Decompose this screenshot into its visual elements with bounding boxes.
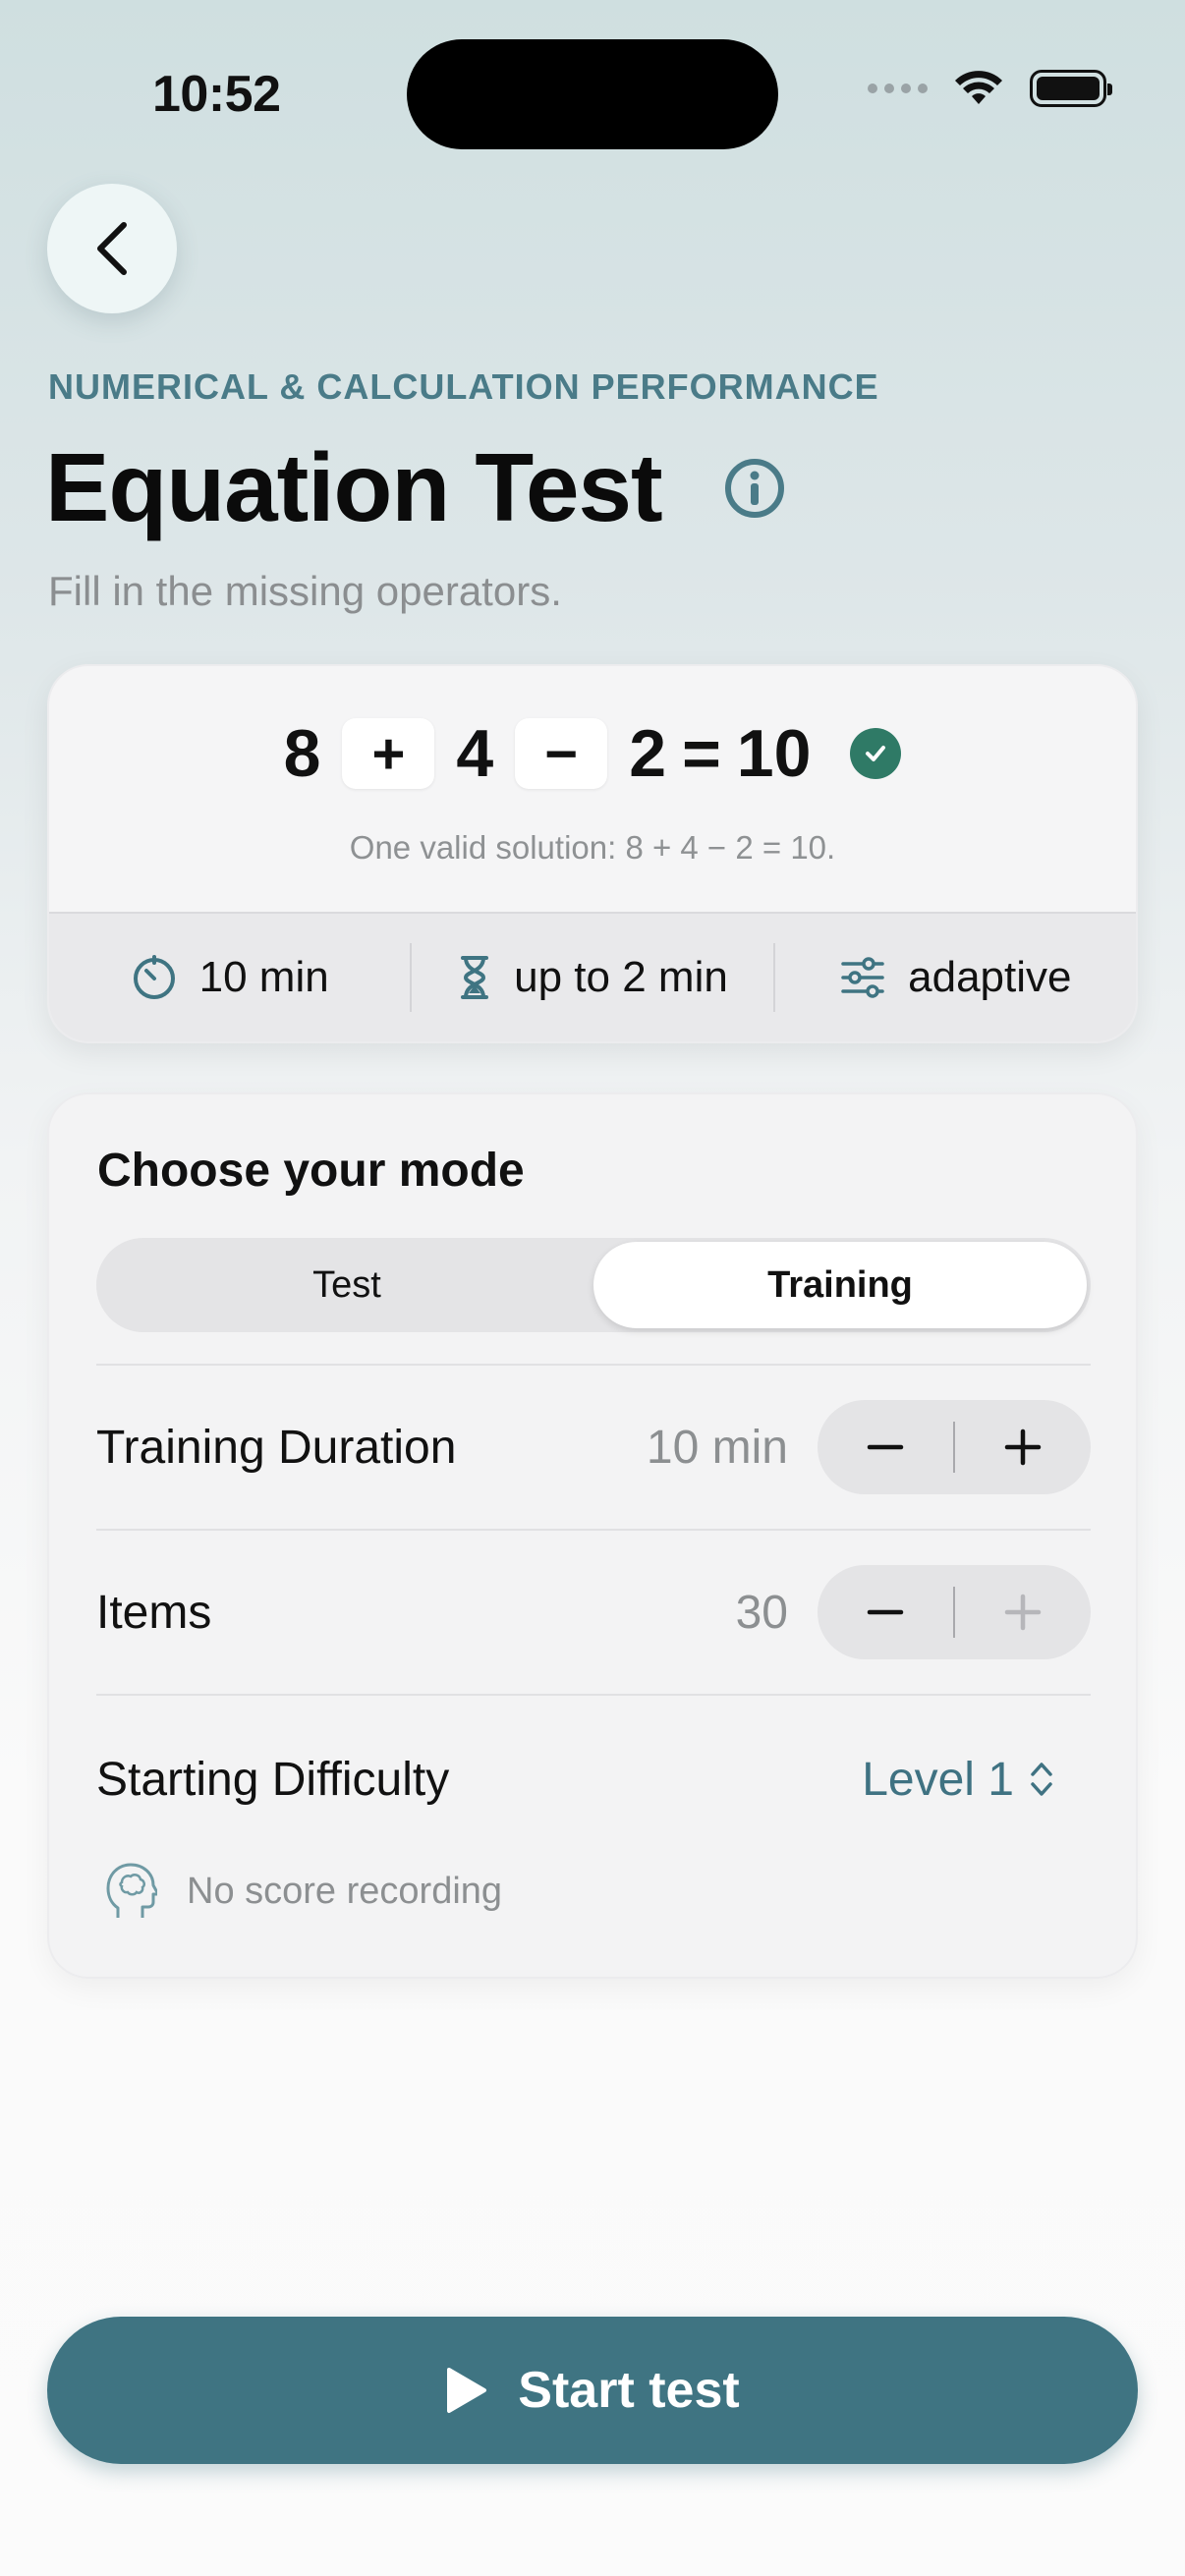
back-button[interactable] [47, 184, 177, 313]
starting-difficulty-picker[interactable]: Level 1 [862, 1753, 1055, 1807]
example-card: 8 + 4 − 2 = 10 One valid solution: 8 + 4… [47, 664, 1138, 1043]
meta-difficulty-mode: adaptive [772, 943, 1136, 1012]
score-note: No score recording [104, 1861, 502, 1922]
meta-per-item: up to 2 min [410, 943, 772, 1012]
meta-total-time: 10 min [49, 953, 410, 1002]
solution-text: One valid solution: 8 + 4 − 2 = 10. [349, 829, 836, 866]
training-duration-stepper[interactable] [818, 1400, 1091, 1494]
training-duration-value: 10 min [646, 1421, 788, 1474]
mode-segmented-control[interactable]: Test Training [96, 1238, 1091, 1332]
timer-icon [133, 955, 175, 999]
items-increment-button[interactable] [955, 1565, 1091, 1659]
sliders-icon [841, 957, 884, 998]
checkmark-icon [850, 728, 902, 779]
items-value: 30 [735, 1586, 788, 1639]
equation-number: 2 [629, 716, 667, 791]
operator-box: − [515, 718, 608, 789]
cellular-signal-icon [868, 84, 928, 93]
duration-decrement-button[interactable] [818, 1400, 953, 1494]
back-chevron-icon [97, 222, 127, 275]
equation-number: 8 [283, 716, 321, 791]
score-note-text: No score recording [187, 1870, 503, 1912]
play-icon [447, 2368, 487, 2413]
wifi-icon [955, 71, 1002, 104]
chevron-up-down-icon [1031, 1763, 1052, 1796]
meta-total-time-label: 10 min [198, 953, 329, 1001]
operator-box: + [342, 718, 435, 789]
starting-difficulty-row: Starting Difficulty Level 1 [96, 1694, 1091, 1863]
starting-difficulty-label: Starting Difficulty [96, 1753, 450, 1806]
test-meta-bar: 10 min up to 2 min adaptive [49, 912, 1136, 1041]
battery-icon [1030, 70, 1112, 107]
starting-difficulty-value: Level 1 [862, 1753, 1014, 1806]
start-test-button[interactable]: Start test [47, 2317, 1138, 2464]
training-duration-label: Training Duration [96, 1421, 457, 1474]
hourglass-icon [461, 956, 489, 999]
equation-number: 4 [456, 716, 494, 791]
mode-option-training[interactable]: Training [593, 1242, 1087, 1328]
category-label: NUMERICAL & CALCULATION PERFORMANCE [48, 366, 879, 407]
plus-icon [1004, 1594, 1042, 1631]
equation-result: 10 [736, 716, 812, 791]
status-time: 10:52 [152, 66, 281, 123]
items-stepper[interactable] [818, 1565, 1091, 1659]
dynamic-island [407, 39, 778, 149]
duration-increment-button[interactable] [955, 1400, 1091, 1494]
brain-head-icon [106, 1863, 157, 1918]
mode-card: Choose your mode Test Training Training … [47, 1092, 1138, 1979]
page-title: Equation Test [45, 433, 663, 541]
minus-icon [867, 1609, 904, 1615]
training-duration-row: Training Duration 10 min [96, 1364, 1091, 1529]
meta-per-item-label: up to 2 min [514, 953, 728, 1001]
items-label: Items [96, 1586, 212, 1639]
minus-icon [867, 1444, 904, 1450]
status-indicators [868, 69, 1112, 108]
items-row: Items 30 [96, 1529, 1091, 1694]
start-test-label: Start test [518, 2362, 740, 2419]
example-equation: 8 + 4 − 2 = 10 [49, 715, 1136, 792]
meta-difficulty-mode-label: adaptive [908, 953, 1072, 1001]
info-icon[interactable] [723, 457, 786, 520]
mode-option-test[interactable]: Test [100, 1242, 593, 1328]
plus-icon [1004, 1428, 1042, 1466]
items-decrement-button[interactable] [818, 1565, 953, 1659]
equals-sign: = [682, 716, 721, 791]
page-subtitle: Fill in the missing operators. [48, 568, 562, 614]
mode-title: Choose your mode [97, 1145, 525, 1197]
